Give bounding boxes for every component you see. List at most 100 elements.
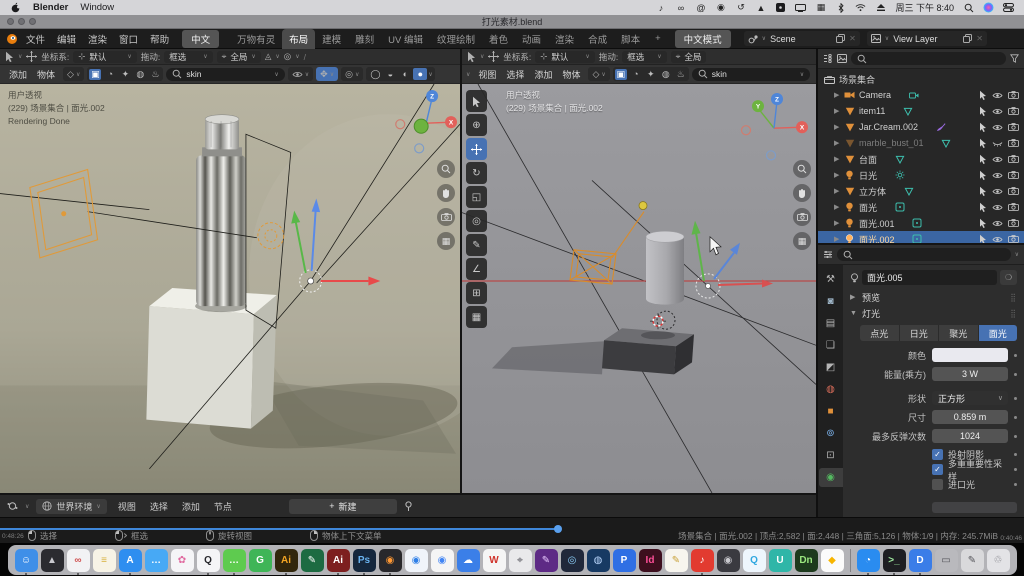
light-type-button[interactable]: 日光 [900, 325, 940, 341]
dock-icon-indesign[interactable]: Id [639, 549, 662, 572]
pin-icon[interactable] [404, 501, 413, 512]
language-button[interactable]: 中文 [182, 30, 219, 48]
properties-tab[interactable]: ▤ [819, 314, 843, 333]
collection-row[interactable]: 场景集合 [818, 71, 1024, 87]
dock-icon-vector-app[interactable]: ∞ [67, 549, 90, 572]
pivot-dropdown[interactable]: ⌖全局∨ [217, 51, 261, 63]
dock-icon-blender[interactable]: ◉ [379, 549, 402, 572]
copy-icon[interactable] [836, 34, 845, 43]
dock-icon-p-app[interactable]: P [613, 549, 636, 572]
filter-world-icon[interactable]: ◍ [660, 69, 672, 80]
tool-button[interactable] [466, 90, 487, 112]
selectable-toggle-icon[interactable] [979, 234, 987, 243]
disclosure-icon[interactable]: ▶ [834, 139, 841, 147]
proportional-edit-icon[interactable]: ◎ [284, 51, 291, 62]
dock-icon-memo-app[interactable]: ✎ [665, 549, 688, 572]
menubar-status-icon[interactable]: ↺ [735, 2, 746, 13]
viewport-left-canvas[interactable]: Z X 用户透视 (229) 场景集合 | 面光.002 Rendering D… [0, 84, 460, 493]
properties-tab[interactable]: ❏ [819, 336, 843, 355]
field-color-control[interactable] [932, 348, 1008, 362]
viewport-menu-item[interactable]: 添加 [4, 66, 32, 83]
menubar-status-icon[interactable] [795, 2, 806, 13]
disclosure-icon[interactable]: ▶ [834, 203, 841, 211]
menubar-status-icon[interactable]: ▲ [755, 2, 766, 13]
workspace-tab[interactable]: 渲染 [548, 29, 581, 49]
dock-icon-finder[interactable]: ☺ [15, 549, 38, 572]
hide-viewport-toggle-icon[interactable] [992, 108, 1003, 115]
light-type-button[interactable]: 聚光 [939, 325, 979, 341]
outliner-object-row[interactable]: ▶ 面光 [818, 199, 1024, 215]
topbar-menu-item[interactable]: 渲染 [82, 30, 113, 48]
animate-dot[interactable] [1014, 397, 1017, 400]
apple-menu-icon[interactable] [10, 2, 21, 13]
workspace-tab[interactable]: 布局 [282, 29, 315, 49]
dock-icon-window-preview[interactable]: ▭ [935, 549, 958, 572]
workspace-tab[interactable]: UV 编辑 [381, 29, 430, 49]
filter-light-icon[interactable]: ✦ [645, 69, 657, 80]
properties-tab[interactable]: ◙ [819, 292, 843, 311]
selectable-toggle-icon[interactable] [979, 90, 987, 100]
menubar-status-icon[interactable]: ♪ [655, 2, 666, 13]
new-datablock-button[interactable]: + 新建 [289, 499, 397, 514]
dock-icon-chrome[interactable]: ◉ [431, 549, 454, 572]
properties-tab[interactable]: ■ [819, 402, 843, 421]
hide-render-toggle-icon[interactable] [1008, 219, 1019, 227]
menubar-status-icon[interactable] [855, 2, 866, 13]
menubar-status-icon[interactable]: ▦ [815, 2, 826, 13]
mode-dropdown[interactable]: ◇∨ [588, 67, 609, 81]
selectable-toggle-icon[interactable] [979, 202, 987, 212]
dock-icon-illustrator[interactable]: Ai [275, 549, 298, 572]
dock-icon-qq-music[interactable]: Q [743, 549, 766, 572]
hide-viewport-toggle-icon[interactable] [992, 172, 1003, 179]
outliner-object-row[interactable]: ▶ 日光 [818, 167, 1024, 183]
hide-render-toggle-icon[interactable] [1008, 187, 1019, 195]
topbar-menu-item[interactable]: 编辑 [51, 30, 82, 48]
dock-icon-terminal[interactable]: >_ [883, 549, 906, 572]
editor-type-icon[interactable] [7, 501, 18, 511]
tool-button[interactable]: ⊞ [466, 282, 487, 304]
filter-sphere-icon[interactable]: ◔ [630, 69, 642, 79]
animate-dot[interactable] [1014, 354, 1017, 357]
tool-preset-icon[interactable] [467, 51, 476, 62]
viewport-right-canvas[interactable]: Y Z X 用户透视 (229) 场景集合 | 面光.002 ⊕↻◱◎✎∠⊞▦ [462, 84, 816, 493]
dock-icon-messages[interactable]: … [145, 549, 168, 572]
drag-dots-icon[interactable]: ⣿ [1010, 309, 1017, 318]
dock-icon-dimension[interactable]: Dn [795, 549, 818, 572]
view-layer-selector[interactable]: ∨ View Layer ✕ [867, 31, 987, 46]
disclosure-icon[interactable]: ▶ [834, 91, 841, 99]
properties-search[interactable] [837, 248, 1011, 261]
editor-type-icon[interactable] [823, 250, 833, 259]
dock-icon-screenshot-preview[interactable]: ✎ [961, 549, 984, 572]
tool-button[interactable]: ✎ [466, 234, 487, 256]
hide-viewport-toggle-icon[interactable] [992, 188, 1003, 195]
orientation-dropdown[interactable]: ⊹默认∨ [73, 51, 137, 63]
hide-render-toggle-icon[interactable] [1008, 139, 1019, 147]
dock-icon-green-g-app[interactable]: G [249, 549, 272, 572]
dock-icon-duck-app[interactable]: D [909, 549, 932, 572]
light-origin-dot[interactable] [639, 202, 647, 210]
outliner-object-row[interactable]: ▶ item11 [818, 103, 1024, 119]
filter-mesh-icon[interactable]: ▣ [615, 69, 627, 80]
editor-type-icon[interactable] [823, 54, 833, 63]
ortho-grid-icon[interactable]: ▦ [437, 232, 455, 250]
viewport-search-left[interactable]: ∨ [166, 68, 284, 81]
options-dropdown-icon[interactable]: ∨ [1015, 251, 1019, 258]
outliner-object-row[interactable]: ▶ 面光.002 [818, 231, 1024, 243]
shader-menu-item[interactable]: 视图 [114, 498, 140, 515]
topbar-menu-item[interactable]: 帮助 [144, 30, 175, 48]
camera-view-icon[interactable] [437, 208, 455, 226]
overlay-toggle[interactable]: ◎∨ [341, 67, 363, 81]
camera-view-icon[interactable] [793, 208, 811, 226]
hide-render-toggle-icon[interactable] [1008, 203, 1019, 211]
field-dropdown-control[interactable]: 正方形∨ [932, 391, 1008, 405]
shading-wireframe-button[interactable]: ◯ [368, 68, 382, 80]
tool-preset-icon[interactable] [5, 51, 14, 62]
filter-icon[interactable] [1010, 54, 1019, 63]
menubar-window-menu[interactable]: Window [80, 2, 114, 13]
dock-icon-lens-app[interactable]: ◎ [561, 549, 584, 572]
workspace-tab[interactable]: 合成 [581, 29, 614, 49]
shader-menu-item[interactable]: 选择 [146, 498, 172, 515]
hide-viewport-toggle-icon[interactable] [992, 124, 1003, 131]
pivot-dropdown[interactable]: ⌖全局 [671, 51, 707, 63]
dock-icon-sphere-app[interactable]: ◍ [587, 549, 610, 572]
